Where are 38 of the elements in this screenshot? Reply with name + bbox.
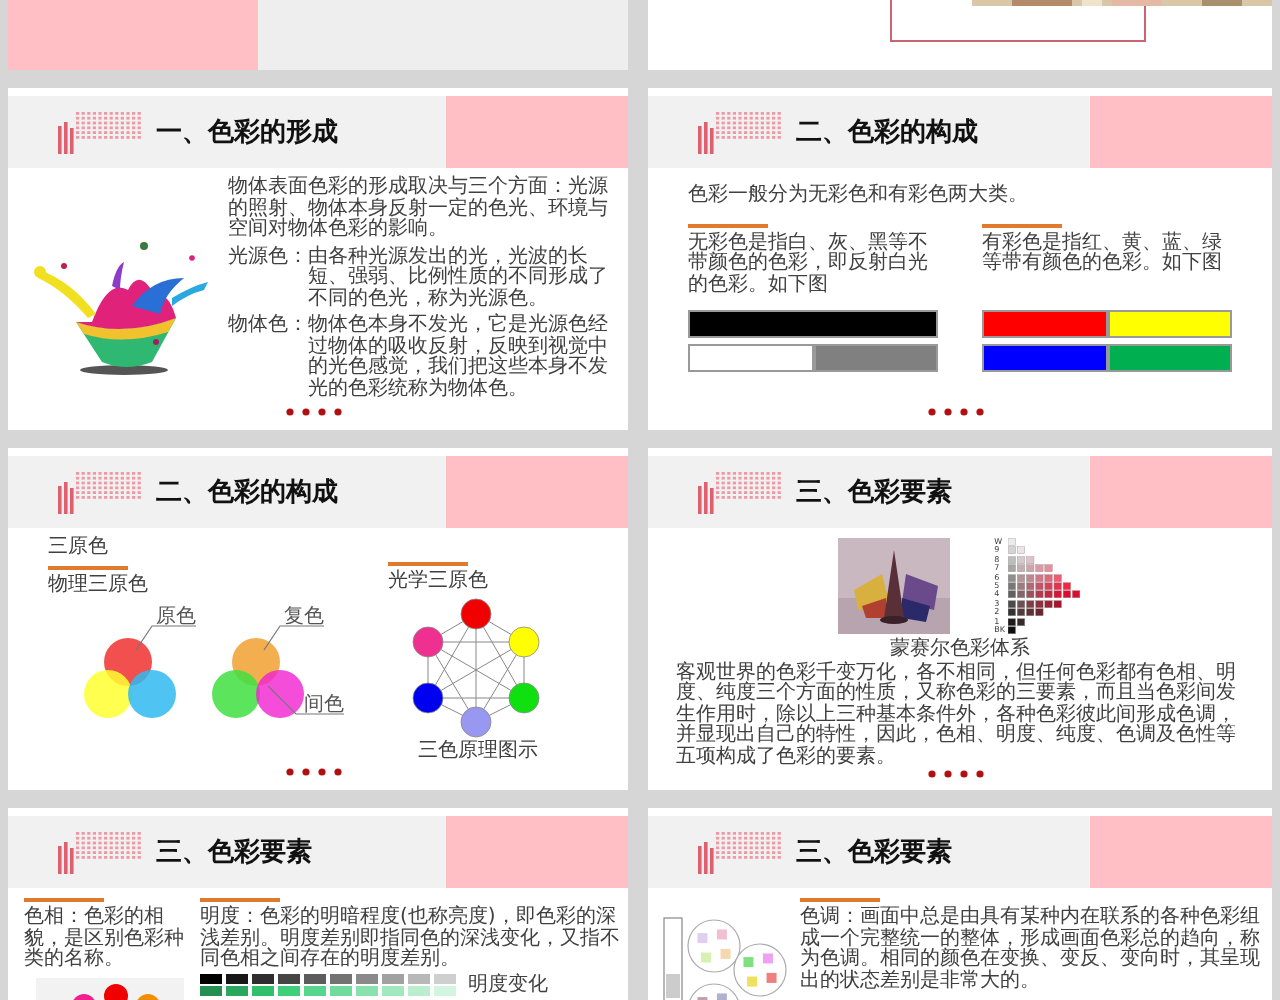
- body-text: 物体色本身不发光，它是光源色经过物体的吸收反射，反映到视觉中的光色感觉，我们把这些本身不发光的色彩统称为物体色。: [308, 316, 608, 400]
- header-logo-icon: [56, 830, 144, 874]
- term-label: 光源色：: [228, 247, 308, 271]
- body-text: 色调：画面中总是由具有某种内在联系的各种色彩组成一个完整统一的整体，形成画面色彩总的趋向，称为色调。相同的颜色在变换、变反、变向时，其呈现出的状态差别是非常大的。: [800, 908, 1262, 992]
- header-logo-icon: [56, 470, 144, 514]
- venn-drawing: [84, 638, 176, 718]
- slide-title: 三、色彩要素: [796, 835, 952, 870]
- callout-label: 原色: [156, 606, 196, 628]
- section-label: 物理三原色: [48, 575, 150, 596]
- body-text: 客观世界的色彩千变万化，各不相同，但任何色彩都有色相、明度、纯度三个方面的性质，又称色彩的三要素，而且当色彩间发生作用时，除以上三种基本条件外，各种色彩彼此间形成色调，并显现出自己的特性，因此，色相、明度、纯度、色调及色性等五项构成了色彩的要素。: [674, 661, 1238, 769]
- header-logo-icon: [696, 470, 784, 514]
- body-text: 物体表面色彩的形成取决与三个方面：光源的照射、物体本身反射一定的色光、环境与空间对物体色彩的影响。: [228, 178, 608, 241]
- header-logo-icon: [696, 830, 784, 874]
- body-text: 由各种光源发出的光，光波的长短、强弱、比例性质的不同形成了不同的色光，称为光源色。: [308, 247, 608, 310]
- body-text: 色彩一般分为无彩色和有彩色两大类。: [686, 181, 1030, 210]
- header-logo-icon: [696, 110, 784, 154]
- leader-line: [263, 625, 325, 651]
- slide-title: 三、色彩要素: [796, 475, 952, 510]
- callout-label: 复色: [284, 606, 324, 628]
- leader-line: [135, 625, 197, 651]
- slide-title: 二、色彩的构成: [156, 476, 338, 510]
- caption-text: 三色原理图示: [418, 741, 538, 762]
- leader-line: [267, 685, 345, 715]
- scale-label: 明度变化: [468, 973, 548, 995]
- body-text: 无彩色是指白、灰、黑等不带颜色的色彩，即反射白光的色彩。如下图: [688, 233, 930, 297]
- body-text: 明度：色彩的明暗程度(也称亮度)，即色彩的深浅差别。明度差别即指同色的深浅变化，又指不同色相之间存在的明度差别。: [200, 908, 620, 971]
- caption-text: 蒙赛尔色彩体系: [890, 640, 1030, 661]
- slide-title: 三、色彩要素: [156, 835, 312, 870]
- term-label: 物体色：: [228, 316, 308, 340]
- section-label: 光学三原色: [388, 572, 488, 593]
- venn-drawing: [212, 638, 304, 718]
- slide-title: 一、色彩的形成: [156, 116, 338, 150]
- slide-title: 二、色彩的构成: [796, 116, 978, 150]
- header-logo-icon: [56, 110, 144, 154]
- section-label: 三原色: [48, 538, 110, 559]
- body-text: 有彩色是指红、黄、蓝、绿等带有颜色的色彩。如下图: [982, 233, 1224, 278]
- callout-label: 间色: [304, 694, 344, 716]
- body-text: 色相：色彩的相貌，是区别色彩种类的名称。: [24, 908, 184, 971]
